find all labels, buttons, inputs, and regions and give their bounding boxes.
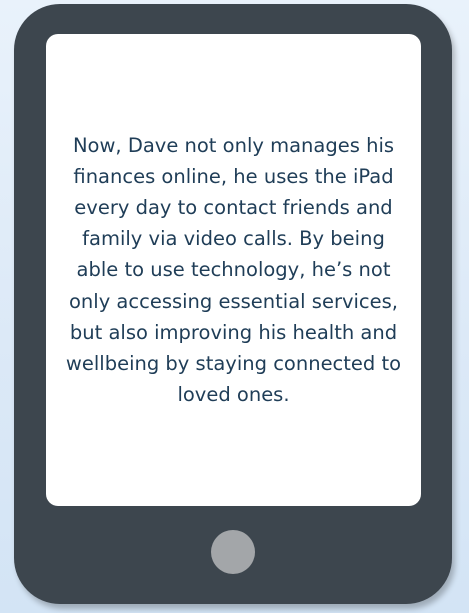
tablet-frame: Now, Dave not only manages his finances … (14, 4, 452, 604)
tablet-screen: Now, Dave not only manages his finances … (46, 34, 421, 506)
story-text: Now, Dave not only manages his finances … (65, 133, 402, 407)
home-button[interactable] (211, 530, 255, 574)
